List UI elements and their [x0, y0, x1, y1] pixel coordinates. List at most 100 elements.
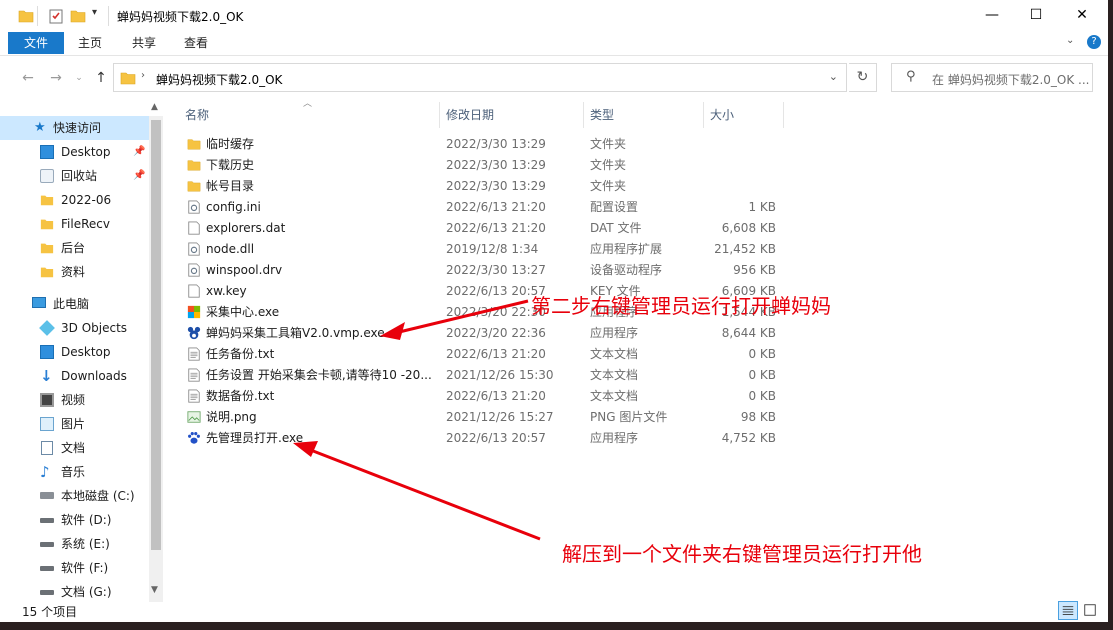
column-divider[interactable]: [583, 102, 584, 128]
maximize-button[interactable]: ☐: [1013, 0, 1059, 30]
tab-view[interactable]: 查看: [174, 32, 218, 54]
help-icon[interactable]: ?: [1087, 35, 1101, 49]
file-row[interactable]: node.dll 2019/12/8 1:34 应用程序扩展 21,452 KB: [178, 239, 788, 260]
nav-item-pictures[interactable]: 图片: [0, 412, 149, 436]
folder-icon: [187, 137, 201, 152]
nav-item-drive-c[interactable]: 本地磁盘 (C:): [0, 484, 149, 508]
file-date: 2022/3/20 22:36: [446, 326, 546, 340]
properties-icon[interactable]: [48, 8, 64, 24]
close-button[interactable]: ✕: [1059, 0, 1105, 30]
nav-item-backstage[interactable]: 后台: [0, 236, 149, 260]
minimize-button[interactable]: —: [969, 0, 1015, 30]
settings-file-icon: [187, 200, 201, 215]
nav-item-downloads[interactable]: ↓ Downloads: [0, 364, 149, 388]
nav-item-drive-e[interactable]: 系统 (E:): [0, 532, 149, 556]
nav-item-drive-d[interactable]: 软件 (D:): [0, 508, 149, 532]
column-header-date[interactable]: 修改日期: [446, 102, 494, 128]
file-row[interactable]: 任务备份.txt 2022/6/13 21:20 文本文档 0 KB: [178, 344, 788, 365]
column-header-name[interactable]: 名称: [185, 102, 209, 128]
column-header-size[interactable]: 大小: [710, 102, 734, 128]
file-name: 数据备份.txt: [206, 389, 275, 403]
up-arrow-icon[interactable]: ↑: [90, 68, 112, 88]
pin-icon[interactable]: 📌: [133, 164, 145, 188]
breadcrumb[interactable]: 蝉妈妈视频下载2.0_OK: [156, 71, 282, 88]
nav-item-3d-objects[interactable]: 3D Objects: [0, 316, 149, 340]
file-date: 2021/12/26 15:27: [446, 410, 554, 424]
tab-home[interactable]: 主页: [68, 32, 112, 54]
nav-label: 音乐: [61, 465, 86, 479]
recent-locations-icon[interactable]: ⌄: [68, 68, 90, 88]
search-box[interactable]: ⚲ 在 蝉妈妈视频下载2.0_OK ...: [891, 63, 1093, 92]
nav-quick-access[interactable]: ★ 快速访问: [0, 116, 149, 140]
file-name: 临时缓存: [206, 137, 255, 151]
app-icon: [187, 326, 201, 341]
forward-arrow-icon[interactable]: →: [45, 68, 67, 88]
file-row[interactable]: 数据备份.txt 2022/6/13 21:20 文本文档 0 KB: [178, 386, 788, 407]
file-name: node.dll: [206, 242, 255, 256]
nav-item-drive-g[interactable]: 文档 (G:): [0, 580, 149, 604]
tab-share[interactable]: 共享: [122, 32, 166, 54]
tab-file[interactable]: 文件: [8, 32, 64, 54]
file-type: 应用程序扩展: [590, 242, 663, 256]
folder-row[interactable]: 帐号目录 2022/3/30 13:29 文件夹: [178, 176, 788, 197]
new-folder-icon[interactable]: [70, 8, 86, 24]
window-title: 蝉妈妈视频下载2.0_OK: [117, 10, 244, 24]
large-icons-view-button[interactable]: [1081, 601, 1101, 620]
nav-this-pc[interactable]: 此电脑: [0, 292, 149, 316]
computer-icon: [32, 297, 46, 308]
nav-item-pc-desktop[interactable]: Desktop: [0, 340, 149, 364]
pin-icon[interactable]: 📌: [133, 140, 145, 164]
nav-label: Desktop: [61, 145, 111, 159]
paw-app-icon: [187, 431, 201, 446]
file-size: 956 KB: [733, 263, 776, 277]
file-size: 6,608 KB: [721, 221, 776, 235]
nav-item-drive-f[interactable]: 软件 (F:): [0, 556, 149, 580]
breadcrumb-chevron-icon[interactable]: ›: [141, 70, 145, 81]
navigation-pane: ★ 快速访问 Desktop 📌 回收站 📌 2022-06 FileRecv …: [0, 100, 163, 602]
expand-ribbon-icon[interactable]: ⌄: [1066, 35, 1074, 46]
file-row[interactable]: 先管理员打开.exe 2022/6/13 20:57 应用程序 4,752 KB: [178, 428, 788, 449]
file-row[interactable]: config.ini 2022/6/13 21:20 配置设置 1 KB: [178, 197, 788, 218]
recycle-bin-icon: [40, 169, 54, 183]
file-name: 下载历史: [206, 158, 255, 172]
drive-icon: [40, 518, 54, 523]
file-row[interactable]: 说明.png 2021/12/26 15:27 PNG 图片文件 98 KB: [178, 407, 788, 428]
back-arrow-icon[interactable]: ←: [17, 68, 39, 88]
file-row[interactable]: explorers.dat 2022/6/13 21:20 DAT 文件 6,608 …: [178, 218, 788, 239]
file-row[interactable]: 蝉妈妈采集工具箱V2.0.vmp.exe 2022/3/20 22:36 应用程序 8…: [178, 323, 788, 344]
nav-item-filerecv[interactable]: FileRecv: [0, 212, 149, 236]
nav-item-2022-06[interactable]: 2022-06: [0, 188, 149, 212]
file-row[interactable]: 任务设置 开始采集会卡顿,请等待10 -20... 2021/12/26 15:3…: [178, 365, 788, 386]
file-date: 2022/6/13 20:57: [446, 431, 546, 445]
nav-item-videos[interactable]: 视频: [0, 388, 149, 412]
nav-item-music[interactable]: ♪ 音乐: [0, 460, 149, 484]
scroll-down-icon[interactable]: ▼: [151, 585, 158, 595]
file-row[interactable]: winspool.drv 2022/3/30 13:27 设备驱动程序 956 KB: [178, 260, 788, 281]
nav-item-recycle-bin[interactable]: 回收站 📌: [0, 164, 149, 188]
folder-row[interactable]: 临时缓存 2022/3/30 13:29 文件夹: [178, 134, 788, 155]
nav-scrollbar-thumb[interactable]: [151, 120, 161, 550]
file-size: [704, 176, 776, 197]
nav-label: 系统 (E:): [61, 537, 110, 551]
file-date: 2022/3/30 13:29: [446, 137, 546, 151]
picture-icon: [40, 417, 54, 431]
column-divider[interactable]: [703, 102, 704, 128]
nav-item-materials[interactable]: 资料: [0, 260, 149, 284]
refresh-button[interactable]: ↻: [849, 63, 877, 92]
nav-item-documents[interactable]: 文档: [0, 436, 149, 460]
customize-toolbar-icon[interactable]: ▾: [92, 7, 97, 23]
search-input[interactable]: 在 蝉妈妈视频下载2.0_OK ...: [932, 71, 1089, 88]
scroll-up-icon[interactable]: ▲: [151, 102, 158, 112]
column-divider[interactable]: [783, 102, 784, 128]
column-divider[interactable]: [439, 102, 440, 128]
folder-row[interactable]: 下载历史 2022/3/30 13:29 文件夹: [178, 155, 788, 176]
file-name: 任务备份.txt: [206, 347, 275, 361]
drive-icon: [40, 542, 54, 547]
column-header-type[interactable]: 类型: [590, 102, 614, 128]
file-date: 2022/6/13 21:20: [446, 389, 546, 403]
ribbon-tabs: 文件 主页 共享 查看 ⌄ ?: [0, 32, 1108, 54]
nav-item-desktop[interactable]: Desktop 📌: [0, 140, 149, 164]
details-view-button[interactable]: [1058, 601, 1078, 620]
address-bar[interactable]: › 蝉妈妈视频下载2.0_OK ⌄: [113, 63, 847, 92]
address-dropdown-icon[interactable]: ⌄: [829, 70, 838, 83]
